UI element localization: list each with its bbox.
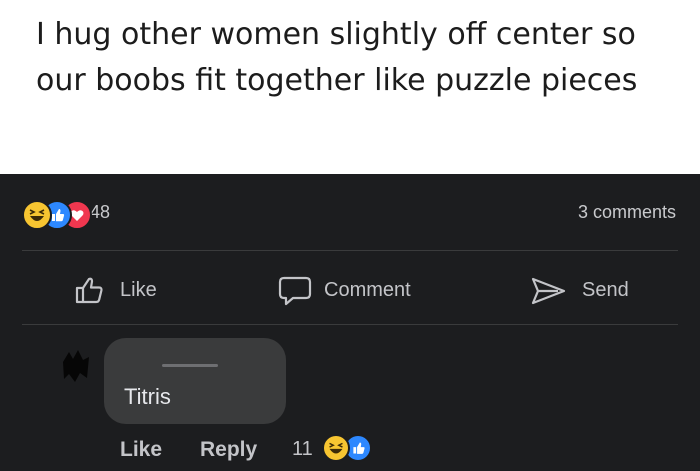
haha-icon: [22, 200, 52, 230]
like-label: Like: [120, 279, 157, 301]
reaction-count[interactable]: 48: [90, 202, 110, 223]
like-button[interactable]: Like: [74, 275, 174, 305]
caption-text: I hug other women slightly off center so…: [36, 17, 638, 98]
send-button[interactable]: Send: [528, 275, 648, 305]
comment-like-button[interactable]: Like: [120, 438, 162, 462]
comment-bubble: Titris: [104, 338, 286, 424]
comment-count-link[interactable]: 3 comments: [578, 202, 676, 223]
comment-button[interactable]: Comment: [278, 275, 438, 306]
comment-actions: Like Reply 11: [0, 432, 700, 468]
post-actions-bar: Like Comment Send: [0, 251, 700, 323]
comment-text: Titris: [124, 384, 171, 409]
reactions-summary: 48 3 comments: [0, 174, 700, 250]
redacted-username: [162, 364, 218, 367]
speech-bubble-icon: [278, 275, 314, 312]
divider: [22, 324, 678, 325]
comment-reply-button[interactable]: Reply: [200, 438, 257, 462]
facebook-post-panel: 48 3 comments Like Comment Send Titris L…: [0, 174, 700, 471]
avatar[interactable]: [60, 346, 92, 386]
comment-reaction-count[interactable]: 11: [292, 438, 313, 461]
comment-reaction-icons[interactable]: [322, 434, 382, 464]
haha-icon: [322, 434, 350, 462]
comment-label: Comment: [324, 279, 411, 301]
meme-caption-area: I hug other women slightly off center so…: [0, 0, 700, 174]
send-label: Send: [582, 279, 629, 301]
thumbs-up-icon: [74, 275, 110, 310]
send-arrow-icon: [528, 275, 568, 312]
